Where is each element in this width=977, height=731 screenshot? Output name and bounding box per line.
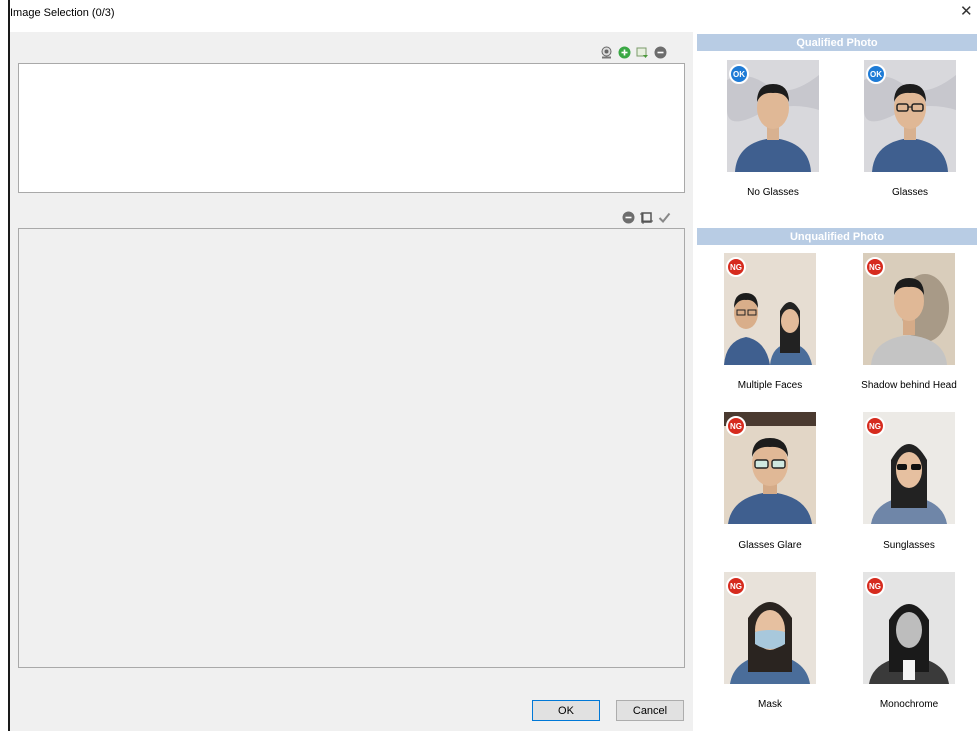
photo-sample-mask: NG (724, 572, 816, 684)
ng-badge-icon: NG (726, 576, 746, 596)
caption-shadow: Shadow behind Head (861, 380, 957, 391)
qualified-photo-header: Qualified Photo (697, 34, 977, 51)
ng-badge-icon: NG (726, 257, 746, 277)
caption-sunglasses: Sunglasses (883, 540, 935, 551)
glare-thumbnail: NG (724, 412, 816, 524)
top-toolbar (600, 44, 667, 60)
ok-button[interactable]: OK (532, 700, 600, 721)
add-icon[interactable] (618, 46, 631, 59)
photo-sample-monochrome: NG (863, 572, 955, 684)
ok-badge-icon: OK (729, 64, 749, 84)
image-list-box[interactable] (18, 63, 685, 193)
caption-monochrome: Monochrome (879, 699, 939, 710)
webcam-icon[interactable] (600, 46, 613, 59)
sunglasses-thumbnail: NG (863, 412, 955, 524)
no-glasses-thumbnail: OK (727, 60, 819, 172)
close-icon[interactable]: ✕ (960, 4, 973, 19)
caption-glasses: Glasses (891, 187, 929, 198)
ng-badge-icon: NG (865, 257, 885, 277)
photo-sample-multiple-faces: NG (724, 253, 816, 365)
cancel-button[interactable]: Cancel (616, 700, 684, 721)
photo-sample-shadow: NG (863, 253, 955, 365)
title-bar (10, 0, 977, 32)
glasses-thumbnail: OK (864, 60, 956, 172)
ok-badge-icon: OK (866, 64, 886, 84)
edit-toolbar (622, 209, 671, 225)
remove-icon[interactable] (654, 46, 667, 59)
shadow-thumbnail: NG (863, 253, 955, 365)
photo-sample-glasses: OK (864, 60, 956, 172)
check-icon[interactable] (658, 211, 671, 224)
remove-icon[interactable] (622, 211, 635, 224)
multiple-faces-thumbnail: NG (724, 253, 816, 365)
ng-badge-icon: NG (726, 416, 746, 436)
caption-no-glasses: No Glasses (747, 187, 799, 198)
mask-thumbnail: NG (724, 572, 816, 684)
ng-badge-icon: NG (865, 416, 885, 436)
ng-badge-icon: NG (865, 576, 885, 596)
image-preview-area[interactable] (18, 228, 685, 668)
import-icon[interactable] (636, 46, 649, 59)
caption-multiple-faces: Multiple Faces (737, 380, 803, 391)
crop-icon[interactable] (640, 211, 653, 224)
window-title: Image Selection (0/3) (10, 7, 115, 19)
photo-sample-glare: NG (724, 412, 816, 524)
photo-sample-sunglasses: NG (863, 412, 955, 524)
monochrome-thumbnail: NG (863, 572, 955, 684)
caption-mask: Mask (758, 699, 782, 710)
caption-glasses-glare: Glasses Glare (738, 540, 802, 551)
unqualified-photo-header: Unqualified Photo (697, 228, 977, 245)
photo-sample-no-glasses: OK (727, 60, 819, 172)
